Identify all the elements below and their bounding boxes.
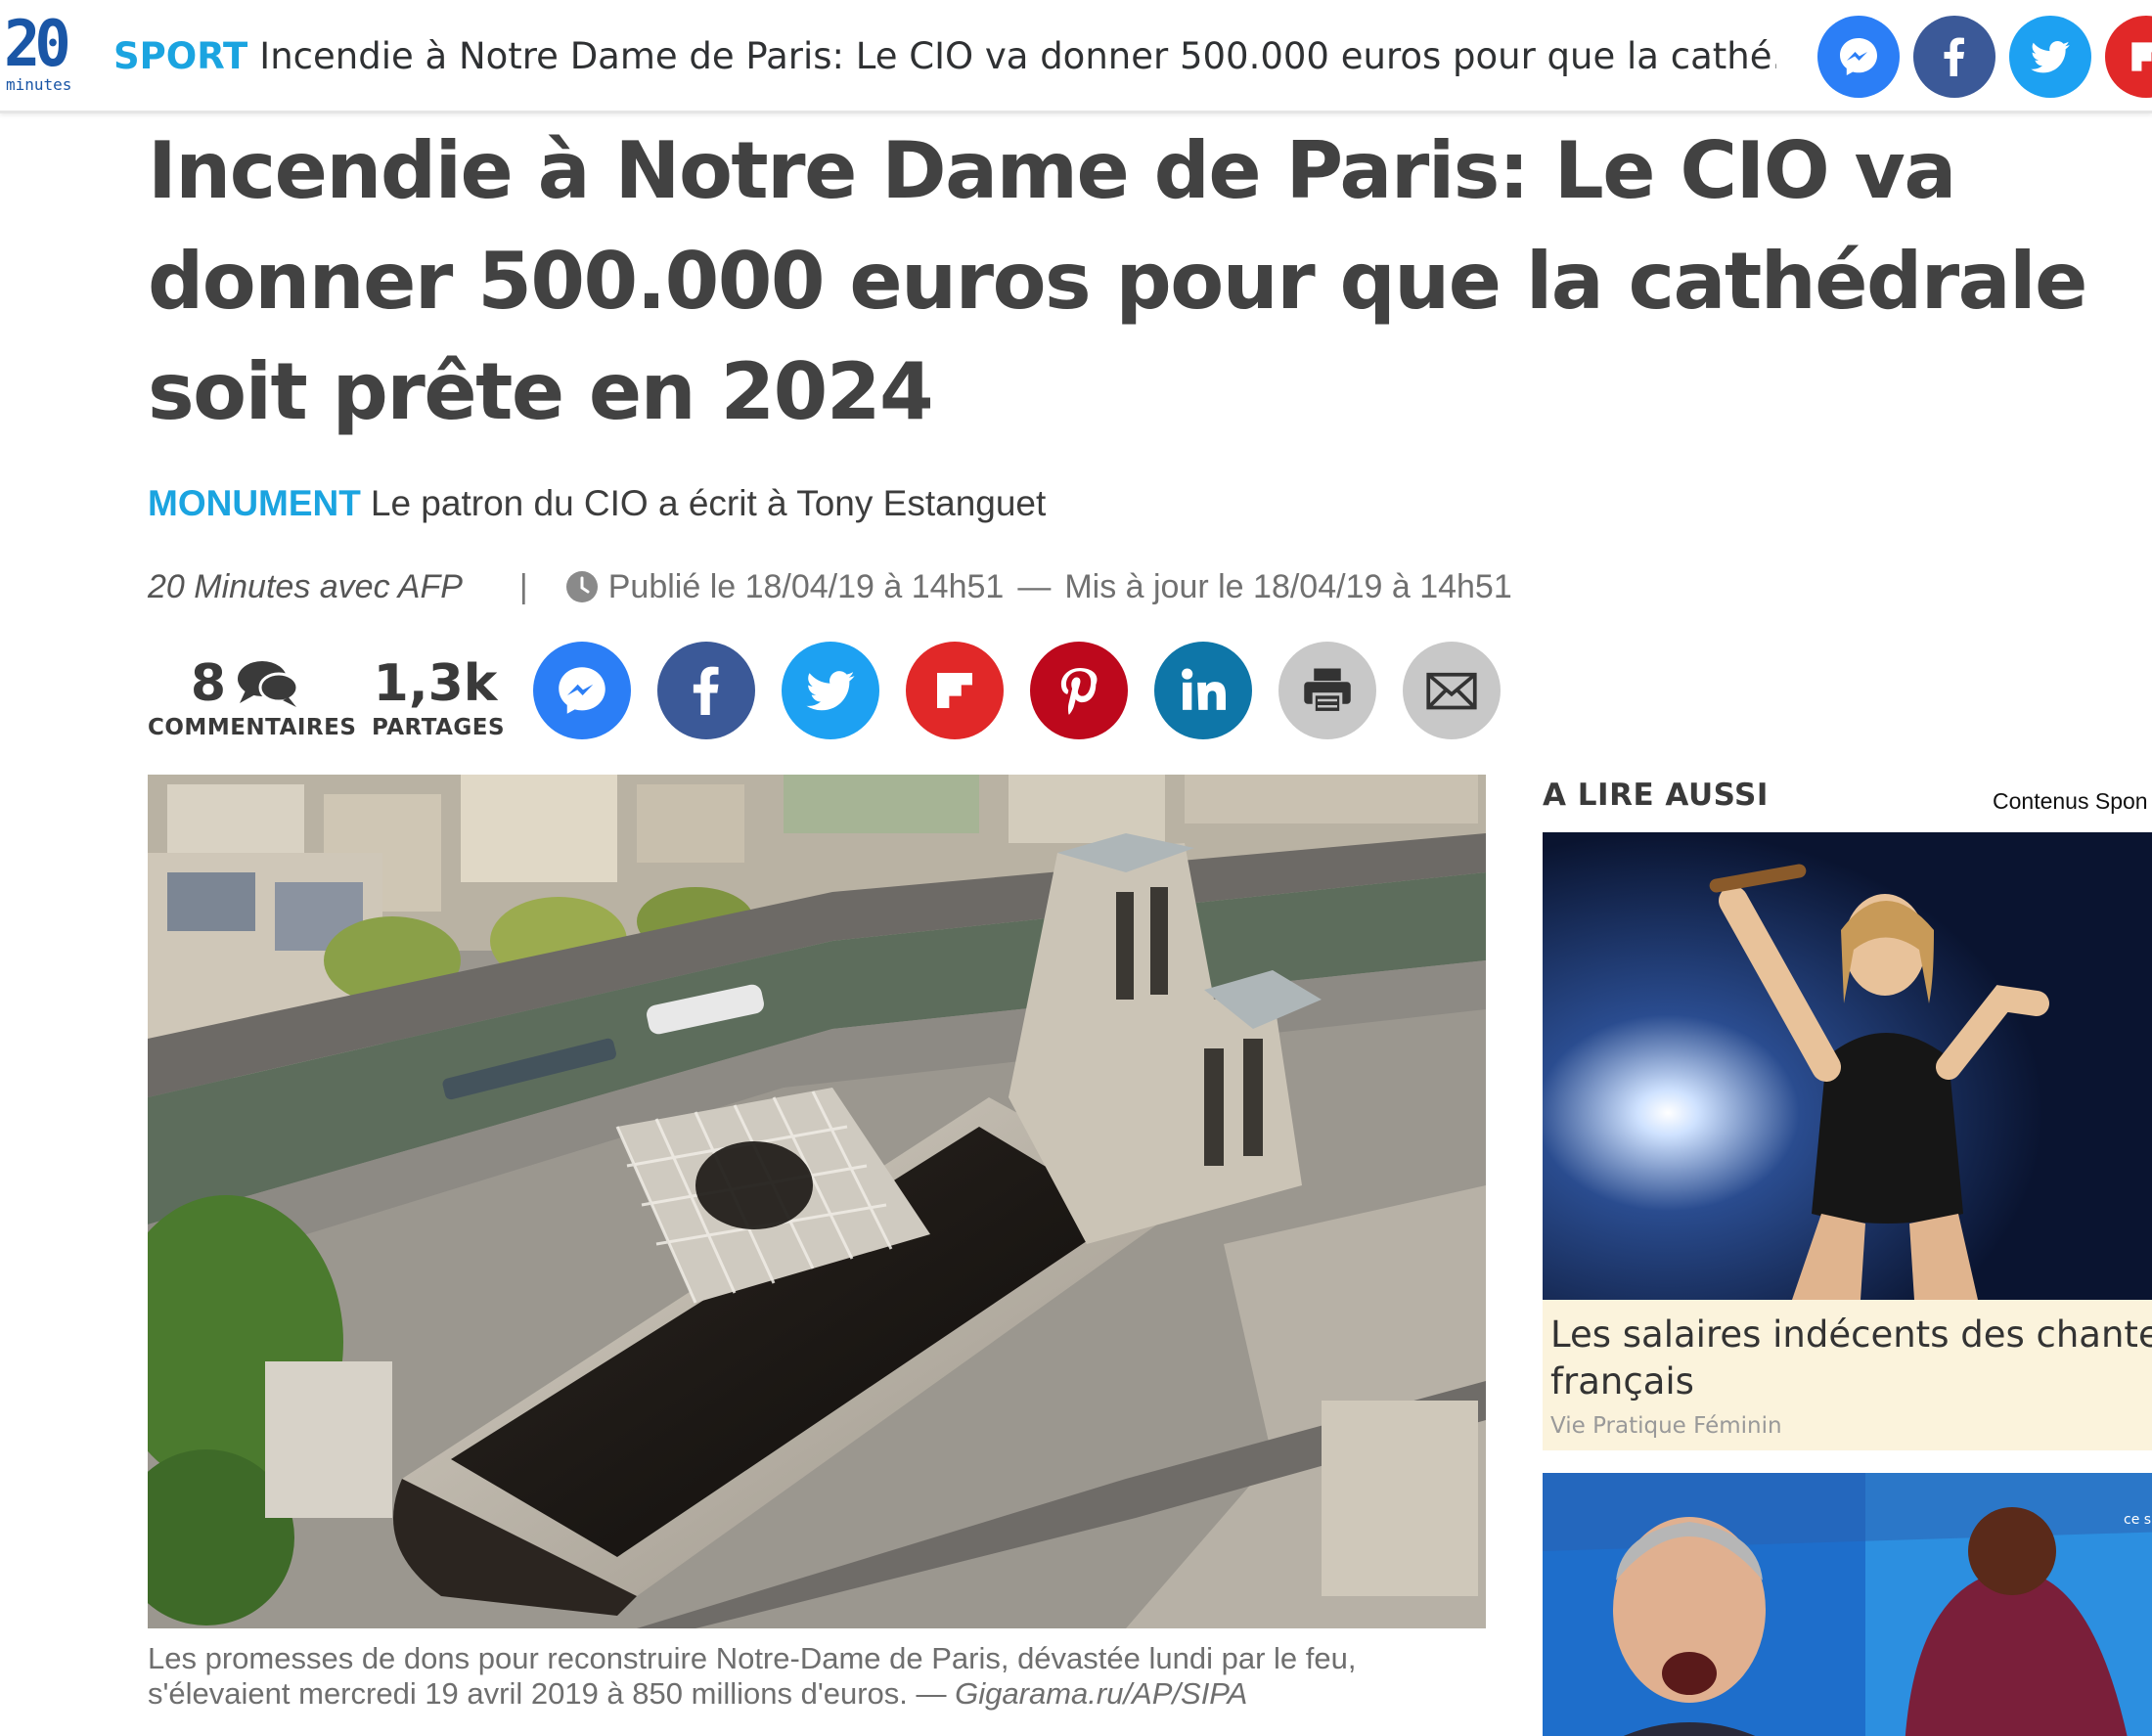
twitter-icon (806, 671, 855, 711)
article-title-line: soit prête en 2024 (148, 346, 934, 437)
logo-number: 20 (4, 6, 71, 81)
article-main-image[interactable] (148, 775, 1486, 1628)
caption-separator: — (907, 1676, 956, 1711)
tv-overlay-text: ce s (2124, 1512, 2151, 1528)
published-date: Publié le 18/04/19 à 14h51 (607, 568, 1005, 605)
sponsored-card-source: Vie Pratique Féminin (1550, 1413, 1782, 1439)
shares-count: 1,3k (373, 654, 498, 713)
messenger-icon (559, 667, 605, 714)
meta-dash: — (1017, 568, 1052, 605)
meta-separator: | (518, 568, 528, 605)
share-pinterest-button[interactable] (1030, 642, 1128, 739)
sponsored-card-body[interactable]: Les salaires indécents des chanteu franç… (1543, 1300, 2152, 1450)
header-share-bar (1817, 16, 2152, 98)
updated-date: Mis à jour le 18/04/19 à 14h51 (1064, 568, 1512, 605)
mail-icon (1426, 672, 1477, 710)
share-twitter-button[interactable] (782, 642, 879, 739)
header-flipboard-button[interactable] (2105, 16, 2152, 98)
header-facebook-button[interactable] (1913, 16, 1995, 98)
singer-on-stage-photo (1543, 832, 2152, 1300)
sponsored-card-2-image[interactable]: ce s (1543, 1473, 2152, 1736)
linkedin-icon (1182, 668, 1226, 710)
pinterest-icon (1060, 668, 1098, 715)
site-logo[interactable]: 20 minutes (4, 6, 88, 102)
flipboard-icon (937, 673, 972, 708)
photo-credit: Gigarama.ru/AP/SIPA (955, 1676, 1248, 1711)
article-title-line: Incendie à Notre Dame de Paris: Le CIO v… (148, 125, 1956, 216)
read-also-heading: A LIRE AUSSI (1543, 778, 1769, 813)
shares-label: PARTAGES (372, 715, 506, 740)
sticky-headline[interactable]: SPORT Incendie à Notre Dame de Paris: Le … (113, 29, 1776, 84)
twitter-icon (2031, 41, 2070, 73)
comment-bubbles-icon (238, 661, 299, 707)
article-title-line: donner 500.000 euros pour que la cathédr… (148, 236, 2087, 327)
share-linkedin-button[interactable] (1154, 642, 1252, 739)
sponsored-content-label[interactable]: Contenus Spon (1993, 785, 2148, 817)
header-twitter-button[interactable] (2009, 16, 2091, 98)
sponsored-card-image[interactable] (1543, 832, 2152, 1300)
article-title: Incendie à Notre Dame de Paris: Le CIO v… (148, 115, 2143, 447)
tv-show-photo: ce s (1543, 1473, 2152, 1736)
image-caption: Les promesses de dons pour reconstruire … (148, 1641, 1486, 1712)
article-subtitle: MONUMENT Le patron du CIO a écrit à Tony … (148, 479, 1046, 528)
clock-icon (565, 571, 598, 602)
notre-dame-aerial-photo (148, 775, 1486, 1628)
comments-counter[interactable]: 8 COMMENTAIRES (148, 653, 357, 741)
sponsored-card-title-line: français (1550, 1360, 1694, 1402)
subtitle-kicker[interactable]: MONUMENT (148, 483, 361, 523)
article-meta: 20 Minutes avec AFP | Publié le 18/04/19… (148, 563, 1512, 610)
comments-label: COMMENTAIRES (148, 715, 357, 740)
article-author: 20 Minutes avec AFP (148, 568, 463, 605)
header-messenger-button[interactable] (1817, 16, 1900, 98)
facebook-icon (1944, 37, 1964, 76)
messenger-icon (1840, 38, 1877, 75)
share-facebook-button[interactable] (657, 642, 755, 739)
email-button[interactable] (1403, 642, 1501, 739)
share-buttons-row (533, 642, 1501, 739)
section-kicker: SPORT (113, 35, 248, 77)
print-button[interactable] (1278, 642, 1376, 739)
shares-counter: 1,3k PARTAGES (372, 653, 506, 741)
comments-count: 8 (190, 654, 227, 713)
sticky-header: 20 minutes SPORT Incendie à Notre Dame de… (0, 0, 2152, 113)
printer-icon (1304, 668, 1351, 715)
flipboard-icon (2131, 42, 2152, 71)
sponsored-card-title-line: Les salaires indécents des chanteu (1550, 1313, 2152, 1356)
share-flipboard-button[interactable] (906, 642, 1004, 739)
subtitle-text: Le patron du CIO a écrit à Tony Estangue… (370, 483, 1047, 523)
sticky-headline-text: Incendie à Notre Dame de Paris: Le CIO v… (259, 35, 1776, 77)
facebook-icon (693, 666, 719, 715)
share-messenger-button[interactable] (533, 642, 631, 739)
